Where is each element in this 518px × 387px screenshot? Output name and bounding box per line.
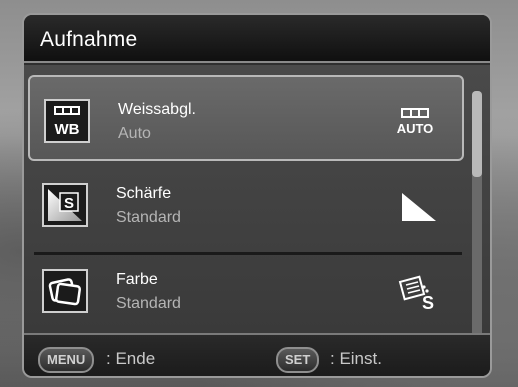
menu-item-label: Weissabgl. [118,101,196,118]
scrollbar[interactable] [472,91,482,341]
menu-title: Aufnahme [40,28,138,51]
menu-item-value: Standard [116,295,181,312]
sharpness-icon: S [42,183,88,227]
menu-item-sharpness[interactable]: S Schärfe Standard [28,161,464,247]
svg-text:WB: WB [55,121,80,138]
menu-item-value: Auto [118,125,151,142]
svg-text:AUTO: AUTO [397,121,434,136]
svg-text:S: S [64,195,74,212]
sharpness-standard-triangle-icon [394,183,442,227]
color-standard-icon: S [394,269,442,313]
color-icon [42,269,88,313]
menu-list: WB Weissabgl. Auto AUTO S Schärfe Standa… [24,65,490,341]
menu-item-color[interactable]: Farbe Standard S [28,247,464,333]
scrollbar-thumb[interactable] [472,91,482,177]
menu-item-value: Standard [116,209,181,226]
menu-key-action: : Ende [106,349,156,368]
menu-key-button[interactable]: MENU [38,347,95,373]
wb-auto-icon: AUTO [392,99,440,143]
menu-item-white-balance[interactable]: WB Weissabgl. Auto AUTO [28,75,464,161]
title-bar: Aufnahme [24,15,490,63]
set-key-action: : Einst. [330,349,382,368]
menu-item-label: Schärfe [116,185,172,202]
recording-menu-panel: Aufnahme WB Weissabgl. Auto AUTO S Schär… [22,13,492,378]
svg-text:S: S [422,293,434,313]
set-key-button[interactable]: SET [276,347,320,373]
menu-item-label: Farbe [116,271,158,288]
footer-bar: MENU : Ende SET : Einst. [24,333,490,376]
white-balance-icon: WB [44,99,90,143]
